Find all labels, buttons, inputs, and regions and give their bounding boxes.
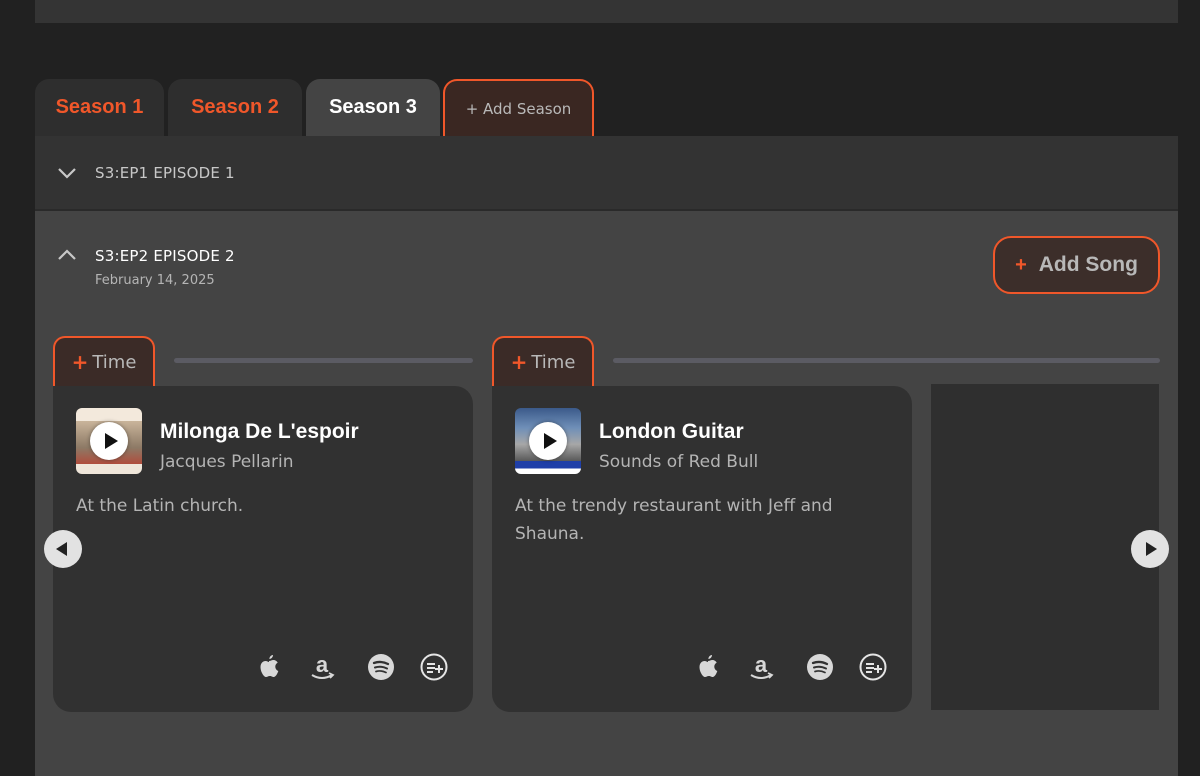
timeline-track (613, 358, 1160, 363)
song-artist: Sounds of Red Bull (599, 452, 759, 472)
plus-icon: + (1015, 253, 1027, 276)
add-time-button[interactable]: + Time (53, 336, 155, 386)
apple-music-icon[interactable] (254, 652, 284, 682)
chevron-down-icon[interactable] (57, 167, 77, 179)
chevron-up-icon[interactable] (57, 249, 77, 261)
episodes-panel: S3:EP1 EPISODE 1 S3:EP2 EPISODE 2 Februa… (35, 136, 1178, 776)
time-label: Time (531, 351, 576, 373)
episode-title: S3:EP1 EPISODE 1 (95, 164, 235, 182)
amazon-music-icon[interactable]: a (746, 652, 776, 682)
tab-season-1[interactable]: Season 1 (35, 79, 164, 136)
carousel-prev-icon[interactable] (44, 530, 82, 568)
add-season-button[interactable]: + Add Season (443, 79, 594, 136)
svg-text:a: a (755, 653, 768, 677)
svg-text:a: a (316, 653, 329, 677)
time-label: Time (92, 351, 137, 373)
add-to-queue-icon[interactable] (858, 652, 888, 682)
play-icon[interactable] (90, 422, 128, 460)
play-icon[interactable] (529, 422, 567, 460)
song-title: London Guitar (599, 420, 744, 443)
episode-row-1[interactable]: S3:EP1 EPISODE 1 (35, 136, 1178, 211)
album-art (515, 408, 581, 474)
song-artist: Jacques Pellarin (160, 452, 294, 472)
song-note: At the Latin church. (76, 496, 244, 516)
apple-music-icon[interactable] (693, 652, 723, 682)
song-note: At the trendy restaurant with Jeff and S… (515, 496, 833, 544)
tab-season-3[interactable]: Season 3 (306, 79, 440, 136)
song-card: Milonga De L'espoir Jacques Pellarin At … (53, 386, 473, 712)
album-art (76, 408, 142, 474)
episode-title: S3:EP2 EPISODE 2 (95, 247, 235, 265)
add-to-queue-icon[interactable] (419, 652, 449, 682)
timeline-track (174, 358, 473, 363)
song-title: Milonga De L'espoir (160, 420, 359, 443)
carousel-next-icon[interactable] (1131, 530, 1169, 568)
spotify-icon[interactable] (805, 652, 835, 682)
add-song-button[interactable]: + Add Song (993, 236, 1160, 294)
add-time-button[interactable]: + Time (492, 336, 594, 386)
top-bar (35, 0, 1178, 23)
amazon-music-icon[interactable]: a (307, 652, 337, 682)
episode-date: February 14, 2025 (95, 273, 215, 288)
plus-icon: + (510, 350, 528, 374)
add-song-label: Add Song (1038, 253, 1138, 276)
song-card: London Guitar Sounds of Red Bull At the … (492, 386, 912, 712)
plus-icon: + (71, 350, 89, 374)
tab-season-2[interactable]: Season 2 (168, 79, 302, 136)
song-card-partial (931, 384, 1159, 710)
spotify-icon[interactable] (366, 652, 396, 682)
